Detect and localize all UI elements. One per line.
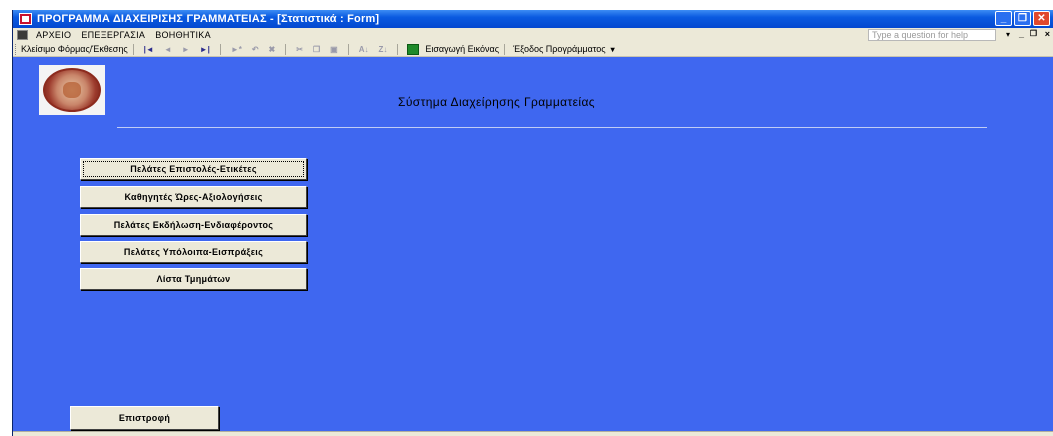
- toolbar-options-icon[interactable]: ▾: [611, 45, 615, 54]
- close-form-button[interactable]: Κλείσιμο Φόρμας/Έκθεσης: [21, 44, 128, 54]
- first-record-icon[interactable]: |◄: [144, 45, 154, 54]
- title-bar[interactable]: ΠΡΟΓΡΑΜΜΑ ΔΙΑΧΕΙΡΙΣΗΣ ΓΡΑΜΜΑΤΕΙΑΣ - [Στα…: [13, 10, 1053, 28]
- form-area: Σύστημα Διαχείρησης Γραμματείας Πελάτες …: [13, 57, 1053, 431]
- previous-record-icon[interactable]: ◄: [164, 45, 172, 54]
- teachers-hours-evaluations-button[interactable]: Καθηγητές Ώρες-Αξιολογήσεις: [80, 186, 307, 208]
- help-search-input[interactable]: Type a question for help: [868, 29, 996, 41]
- customers-balances-collections-button[interactable]: Πελάτες Υπόλοιπα-Εισπράξεις: [80, 241, 307, 263]
- exit-program-button[interactable]: Έξοδος Προγράμματος: [513, 44, 606, 54]
- mdi-close-button[interactable]: ×: [1045, 29, 1050, 39]
- title-divider: [117, 127, 987, 128]
- logo: [39, 65, 105, 115]
- help-dropdown-icon[interactable]: ▾: [1006, 30, 1010, 39]
- app-icon[interactable]: [19, 13, 32, 25]
- sort-descending-icon[interactable]: Z↓: [378, 45, 387, 54]
- sort-ascending-icon[interactable]: A↓: [359, 45, 369, 54]
- close-button[interactable]: ✕: [1033, 11, 1050, 26]
- toolbar-separator: [397, 43, 399, 55]
- menu-file[interactable]: ΑΡΧΕΙΟ: [36, 30, 71, 40]
- toolbar-separator: [219, 43, 221, 55]
- toolbar: Κλείσιμο Φόρμας/Έκθεσης |◄ ◄ ► ►| ►* ↶ ✖…: [13, 42, 1053, 57]
- back-button[interactable]: Επιστροφή: [70, 406, 219, 430]
- insert-image-icon[interactable]: [407, 43, 420, 55]
- minimize-button[interactable]: _: [995, 11, 1012, 26]
- toolbar-separator: [504, 43, 506, 55]
- menu-edit[interactable]: ΕΠΕΞΕΡΓΑΣΙΑ: [81, 30, 145, 40]
- toolbar-separator: [285, 43, 287, 55]
- department-list-button[interactable]: Λίστα Τμημάτων: [80, 268, 307, 290]
- new-record-icon[interactable]: ►*: [231, 45, 242, 54]
- next-record-icon[interactable]: ►: [182, 45, 190, 54]
- document-icon[interactable]: [17, 30, 28, 40]
- paste-icon[interactable]: ▣: [330, 45, 338, 54]
- page-title: Σύστημα Διαχείρησης Γραμματείας: [398, 95, 595, 109]
- toolbar-separator: [347, 43, 349, 55]
- copy-icon[interactable]: ❐: [313, 45, 320, 54]
- mdi-minimize-button[interactable]: _: [1019, 29, 1024, 39]
- mdi-restore-icon[interactable]: ❐: [1030, 29, 1037, 38]
- restore-button[interactable]: ❐: [1014, 11, 1031, 26]
- status-bar: [13, 431, 1053, 436]
- seal-icon: [43, 68, 101, 112]
- insert-image-button[interactable]: Εισαγωγή Εικόνας: [425, 44, 499, 54]
- delete-record-icon[interactable]: ✖: [269, 45, 276, 54]
- menu-tools[interactable]: ΒΟΗΘΗΤΙΚΑ: [155, 30, 211, 40]
- toolbar-grip[interactable]: [15, 43, 18, 55]
- toolbar-separator: [132, 43, 134, 55]
- access-window: ΠΡΟΓΡΑΜΜΑ ΔΙΑΧΕΙΡΙΣΗΣ ΓΡΑΜΜΑΤΕΙΑΣ - [Στα…: [12, 10, 1053, 436]
- last-record-icon[interactable]: ►|: [200, 45, 210, 54]
- customers-expression-interest-button[interactable]: Πελάτες Εκδήλωση-Ενδιαφέροντος: [80, 214, 307, 236]
- cut-icon[interactable]: ✂: [296, 45, 303, 54]
- window-controls: _ ❐ ✕: [995, 11, 1050, 26]
- customers-letters-labels-button[interactable]: Πελάτες Επιστολές-Ετικέτες: [80, 158, 307, 180]
- window-title: ΠΡΟΓΡΑΜΜΑ ΔΙΑΧΕΙΡΙΣΗΣ ΓΡΑΜΜΑΤΕΙΑΣ - [Στα…: [37, 13, 380, 25]
- undo-icon[interactable]: ↶: [252, 45, 259, 54]
- menu-bar: ΑΡΧΕΙΟ ΕΠΕΞΕΡΓΑΣΙΑ ΒΟΗΘΗΤΙΚΑ Type a ques…: [13, 28, 1053, 42]
